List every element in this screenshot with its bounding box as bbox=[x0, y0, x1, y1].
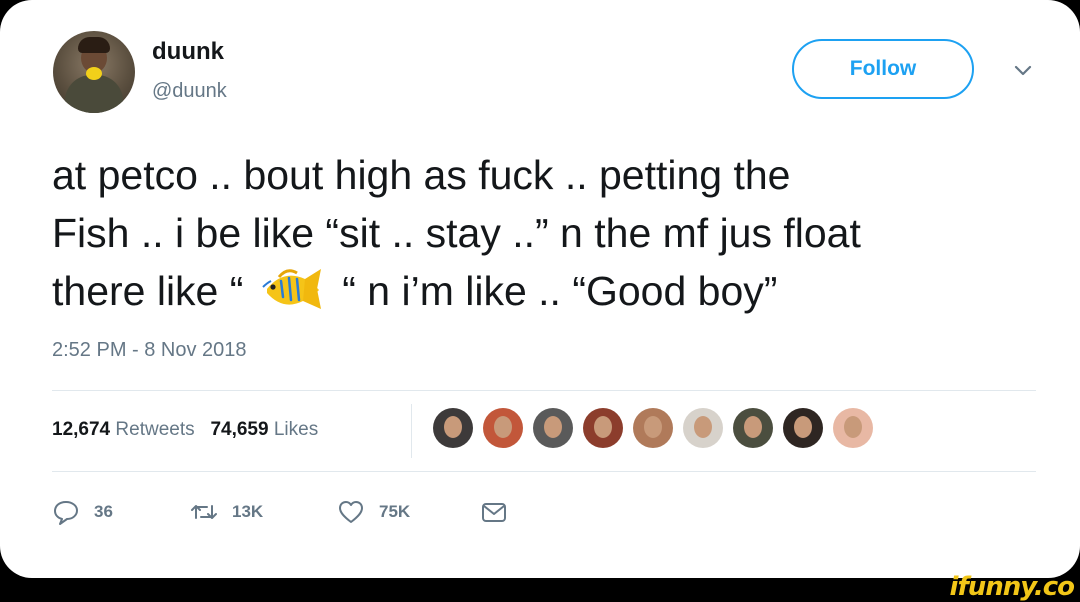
likes-count[interactable]: 74,659 bbox=[210, 419, 268, 440]
tweet-line-start: there like “ bbox=[52, 268, 244, 314]
retweets-count[interactable]: 12,674 bbox=[52, 419, 110, 440]
engagement-stats: 12,674 Retweets 74,659 Likes bbox=[52, 419, 318, 441]
tweet-text: at petco .. bout high as fuck .. petting… bbox=[52, 146, 1052, 320]
timestamp[interactable]: 2:52 PM - 8 Nov 2018 bbox=[52, 339, 247, 362]
like-count: 75K bbox=[379, 502, 411, 521]
reply-icon bbox=[54, 501, 78, 525]
divider bbox=[52, 471, 1036, 472]
liker-avatar[interactable] bbox=[683, 408, 723, 448]
tropical-fish-icon bbox=[262, 269, 321, 309]
liker-avatar[interactable] bbox=[733, 408, 773, 448]
liker-avatar[interactable] bbox=[533, 408, 573, 448]
divider bbox=[52, 390, 1036, 391]
heart-icon bbox=[339, 501, 363, 523]
liker-avatar[interactable] bbox=[483, 408, 523, 448]
author-name[interactable]: duunk bbox=[152, 38, 224, 66]
retweets-label[interactable]: Retweets bbox=[115, 419, 194, 440]
liker-avatar[interactable] bbox=[783, 408, 823, 448]
envelope-icon bbox=[482, 503, 506, 522]
tweet-card: duunk @duunk Follow at petco .. bout hig… bbox=[0, 0, 1080, 578]
tweet-line-end: “ n i’m like .. “Good boy” bbox=[342, 268, 778, 314]
tweet-line: Fish .. i be like “sit .. stay ..” n the… bbox=[52, 210, 861, 256]
likes-label[interactable]: Likes bbox=[274, 419, 318, 440]
direct-message-button[interactable] bbox=[480, 498, 508, 526]
reply-button[interactable]: 36 bbox=[52, 498, 113, 526]
tweet-actions: 36 13K 75K bbox=[52, 498, 512, 530]
like-button[interactable]: 75K bbox=[337, 498, 410, 526]
liker-avatar[interactable] bbox=[833, 408, 873, 448]
chevron-down-icon[interactable] bbox=[1012, 62, 1034, 80]
liker-avatar[interactable] bbox=[583, 408, 623, 448]
avatar[interactable] bbox=[53, 31, 135, 113]
retweet-icon bbox=[191, 505, 217, 519]
liker-avatar[interactable] bbox=[633, 408, 673, 448]
tweet-line: at petco .. bout high as fuck .. petting… bbox=[52, 152, 791, 198]
retweet-count: 13K bbox=[232, 502, 264, 521]
reply-count: 36 bbox=[94, 502, 113, 521]
author-handle[interactable]: @duunk bbox=[152, 80, 227, 103]
liker-avatar[interactable] bbox=[433, 408, 473, 448]
follow-button[interactable]: Follow bbox=[792, 39, 974, 99]
liker-avatars bbox=[433, 408, 873, 448]
retweet-button[interactable]: 13K bbox=[190, 498, 263, 526]
tweet-line: there like “ “ n i’m like .. “Good boy” bbox=[52, 262, 1052, 320]
divider bbox=[411, 404, 412, 458]
